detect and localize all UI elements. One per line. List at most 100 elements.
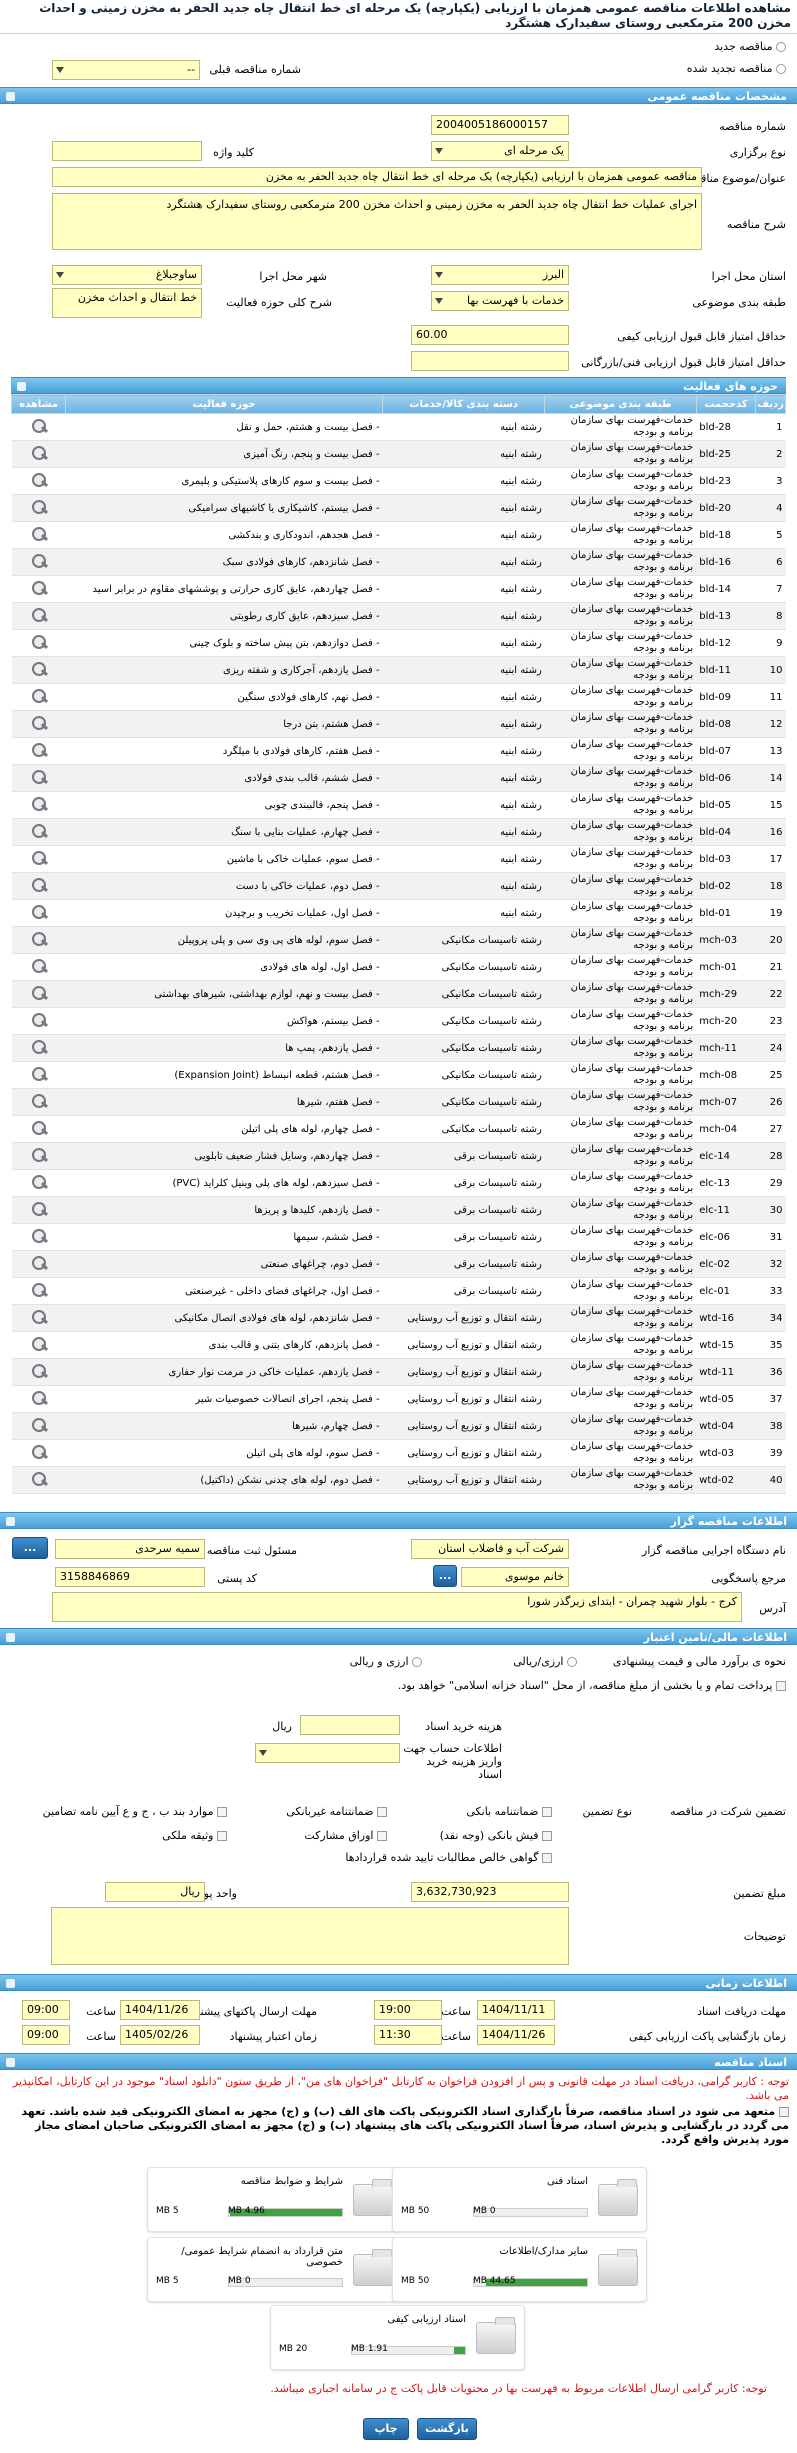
magnifier-icon[interactable] xyxy=(30,985,48,1001)
table-cell: رشته ابنیه xyxy=(382,548,545,576)
section-documents: اسناد مناقصه xyxy=(0,2053,797,2070)
table-cell: - فصل بیست و هشتم، حمل و نقل xyxy=(65,413,383,441)
magnifier-icon[interactable] xyxy=(30,607,48,623)
table-cell: خدمات-فهرست بهای سازمان برنامه و بودجه xyxy=(544,1304,697,1332)
magnifier-icon[interactable] xyxy=(30,472,48,488)
table-cell: رشته ابنیه xyxy=(382,602,545,630)
radio-rial[interactable]: ارزی/ریالی xyxy=(513,1655,577,1668)
guarantee-option[interactable]: گواهی خالص مطالبات تایید شده قراردادها xyxy=(345,1851,552,1864)
collapse-icon[interactable] xyxy=(6,1979,15,1988)
document-box[interactable]: اسناد ارزیابی کیفی 1.91 MB 20 MB xyxy=(270,2305,525,2370)
document-box[interactable]: متن قرارداد به انضمام شرایط عمومی/خصوصی 0… xyxy=(147,2237,402,2302)
view-cell xyxy=(11,1466,66,1494)
magnifier-icon[interactable] xyxy=(30,1363,48,1379)
city-label: شهر محل اجرا xyxy=(259,270,327,283)
ref-more-button[interactable]: ... xyxy=(433,1565,457,1587)
magnifier-icon[interactable] xyxy=(30,742,48,758)
document-box[interactable]: سایر مدارک/اطلاعات 44.65 MB 50 MB xyxy=(392,2237,647,2302)
magnifier-icon[interactable] xyxy=(30,1120,48,1136)
view-cell xyxy=(11,1385,66,1413)
collapse-icon[interactable] xyxy=(6,1633,15,1642)
magnifier-icon[interactable] xyxy=(30,715,48,731)
collapse-icon[interactable] xyxy=(6,92,15,101)
document-size: 1.91 MB xyxy=(351,2344,388,2354)
magnifier-icon[interactable] xyxy=(30,1471,48,1487)
guarantee-option[interactable]: وثیقه ملکی xyxy=(162,1829,227,1842)
magnifier-icon[interactable] xyxy=(30,796,48,812)
magnifier-icon[interactable] xyxy=(30,661,48,677)
column-header: ردیف xyxy=(755,394,786,414)
magnifier-icon[interactable] xyxy=(30,931,48,947)
magnifier-icon[interactable] xyxy=(30,1147,48,1163)
magnifier-icon[interactable] xyxy=(30,526,48,542)
back-button[interactable]: بازگشت xyxy=(417,2418,477,2440)
magnifier-icon[interactable] xyxy=(30,904,48,920)
guarantee-option[interactable]: موارد بند ب ، ج و ع آیین نامه تضامین xyxy=(43,1805,227,1818)
magnifier-icon[interactable] xyxy=(30,1417,48,1433)
table-cell: bld-04 xyxy=(696,818,756,846)
prev-tender-select[interactable]: -- xyxy=(52,60,200,80)
magnifier-icon[interactable] xyxy=(30,445,48,461)
table-row: 35 wtd-15 خدمات-فهرست بهای سازمان برنامه و… xyxy=(11,1331,786,1359)
magnifier-icon[interactable] xyxy=(30,1336,48,1352)
magnifier-icon[interactable] xyxy=(30,1174,48,1190)
radio-rial2[interactable]: ارزی و ریالی xyxy=(350,1655,422,1668)
table-cell: wtd-04 xyxy=(696,1412,756,1440)
table-cell: خدمات-فهرست بهای سازمان برنامه و بودجه xyxy=(544,1466,697,1494)
guarantee-option[interactable]: ضمانتنامه بانکی xyxy=(466,1805,552,1818)
magnifier-icon[interactable] xyxy=(30,1093,48,1109)
table-cell: خدمات-فهرست بهای سازمان برنامه و بودجه xyxy=(544,1115,697,1143)
magnifier-icon[interactable] xyxy=(30,1039,48,1055)
category-select[interactable]: خدمات با فهرست بها xyxy=(431,291,569,311)
magnifier-icon[interactable] xyxy=(30,499,48,515)
guarantee-option[interactable]: فیش بانکی (وجه نقد) xyxy=(440,1829,552,1842)
send-label: مهلت ارسال پاکتهای پیشنهاد xyxy=(187,2005,317,2018)
collapse-icon[interactable] xyxy=(17,382,26,391)
magnifier-icon[interactable] xyxy=(30,634,48,650)
print-button[interactable]: چاپ xyxy=(363,2418,409,2440)
magnifier-icon[interactable] xyxy=(30,823,48,839)
magnifier-icon[interactable] xyxy=(30,688,48,704)
magnifier-icon[interactable] xyxy=(30,580,48,596)
more-button[interactable]: ... xyxy=(12,1537,48,1559)
magnifier-icon[interactable] xyxy=(30,418,48,434)
document-box[interactable]: شرایط و ضوابط مناقصه 4.96 MB 5 MB xyxy=(147,2167,402,2232)
keyword-field[interactable] xyxy=(52,141,202,161)
guarantee-option[interactable]: ضمانتنامه غیربانکی xyxy=(286,1805,387,1818)
magnifier-icon[interactable] xyxy=(30,1390,48,1406)
table-cell: 23 xyxy=(755,1007,786,1035)
table-cell: - فصل ششم، سیمها xyxy=(65,1223,383,1251)
province-select[interactable]: البرز xyxy=(431,265,569,285)
magnifier-icon[interactable] xyxy=(30,1066,48,1082)
magnifier-icon[interactable] xyxy=(30,877,48,893)
magnifier-icon[interactable] xyxy=(30,1255,48,1271)
account-select[interactable] xyxy=(255,1743,400,1763)
magnifier-icon[interactable] xyxy=(30,1309,48,1325)
collapse-icon[interactable] xyxy=(6,2058,15,2067)
city-select[interactable]: ساوجبلاغ xyxy=(52,265,202,285)
chevron-down-icon xyxy=(435,298,443,304)
payment-note[interactable]: پرداخت تمام و یا بخشی از مبلغ مناقصه، از… xyxy=(266,1679,786,1692)
collapse-icon[interactable] xyxy=(6,1517,15,1526)
table-cell: wtd-16 xyxy=(696,1304,756,1332)
table-cell: wtd-03 xyxy=(696,1439,756,1467)
radio-renewed-tender[interactable]: مناقصه تجدید شده xyxy=(687,62,786,75)
guarantee-option[interactable]: اوراق مشارکت xyxy=(304,1829,387,1842)
magnifier-icon[interactable] xyxy=(30,769,48,785)
magnifier-icon[interactable] xyxy=(30,1444,48,1460)
radio-new-tender[interactable]: مناقصه جدید xyxy=(714,40,786,53)
table-cell: wtd-15 xyxy=(696,1331,756,1359)
magnifier-icon[interactable] xyxy=(30,553,48,569)
magnifier-icon[interactable] xyxy=(30,850,48,866)
document-box[interactable]: اسناد فنی 0 MB 50 MB xyxy=(392,2167,647,2232)
tender-number-label: شماره مناقصه xyxy=(719,120,786,133)
magnifier-icon[interactable] xyxy=(30,1201,48,1217)
magnifier-icon[interactable] xyxy=(30,1228,48,1244)
doc-fee-field xyxy=(300,1715,400,1735)
table-cell: 1 xyxy=(755,413,786,441)
magnifier-icon[interactable] xyxy=(30,1282,48,1298)
type-select[interactable]: یک مرحله ای xyxy=(431,141,569,161)
magnifier-icon[interactable] xyxy=(30,1012,48,1028)
magnifier-icon[interactable] xyxy=(30,958,48,974)
view-cell xyxy=(11,980,66,1008)
